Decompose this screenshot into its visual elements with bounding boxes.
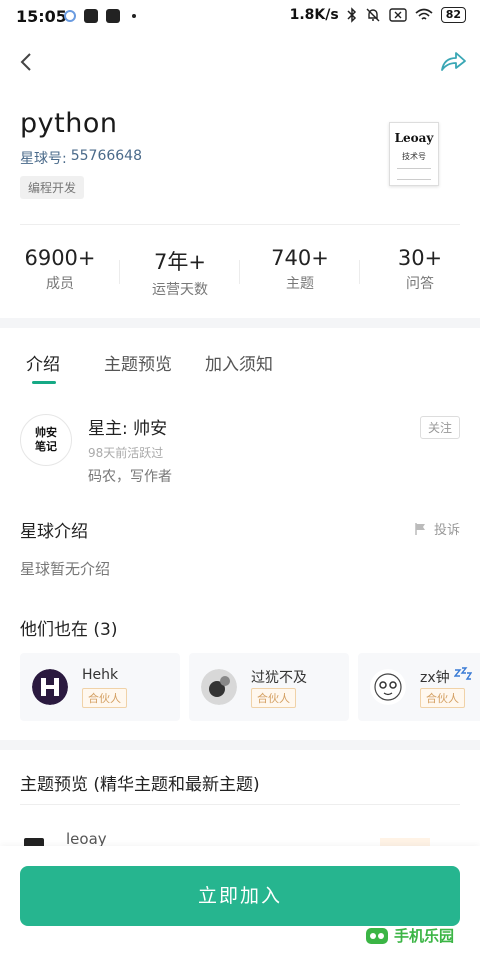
bluetooth-icon xyxy=(347,7,356,23)
back-arrow-icon[interactable] xyxy=(14,48,42,76)
tab-bar: 介绍 主题预览 加入须知 xyxy=(0,346,480,390)
report-label: 投诉 xyxy=(433,523,460,538)
join-button[interactable]: 立即加入 xyxy=(20,866,460,926)
tab-topic-preview[interactable]: 主题预览 xyxy=(104,350,172,375)
top-nav xyxy=(0,40,480,84)
partner-name: Hehk xyxy=(82,667,119,683)
stat-label: 主题 xyxy=(286,276,314,292)
app-icon xyxy=(106,9,120,23)
partners-title: 他们也在 (3) xyxy=(20,620,118,640)
wifi-icon xyxy=(415,8,433,20)
flag-icon xyxy=(415,522,425,535)
group-logo: Leoay 技术号 xyxy=(389,122,439,186)
tab-active-indicator xyxy=(32,381,56,384)
owner-name[interactable]: 星主: 帅安 xyxy=(88,414,167,439)
tiktok-icon xyxy=(84,9,98,23)
star-id: 星球号: 55766648 xyxy=(20,148,142,168)
stat-topics: 740+ 主题 xyxy=(240,246,360,302)
stat-value: 30+ xyxy=(397,246,443,270)
stats-row: 6900+ 成员 7年+ 运营天数 740+ 主题 30+ 问答 xyxy=(0,246,480,302)
tab-intro[interactable]: 介绍 xyxy=(26,350,60,375)
watermark-text: 手机乐园 xyxy=(394,927,455,945)
owner-avatar[interactable]: 帅安 笔记 xyxy=(20,414,72,466)
watermark: 手机乐园 xyxy=(364,922,474,952)
owner-card: 帅安 笔记 星主: 帅安 98天前活跃过 码农，写作者 关注 xyxy=(20,412,460,492)
stat-members: 6900+ 成员 xyxy=(0,246,120,302)
partner-avatar xyxy=(32,669,68,705)
stat-value: 6900+ xyxy=(24,246,96,270)
notification-icons xyxy=(64,9,136,23)
partner-badge: 合伙人 xyxy=(251,688,296,708)
star-id-value: 55766648 xyxy=(70,148,142,164)
stat-label: 运营天数 xyxy=(152,282,208,298)
more-dot-icon xyxy=(132,14,136,18)
partner-badge: 合伙人 xyxy=(420,688,465,708)
avatar-text-line: 笔记 xyxy=(35,440,57,453)
intro-title: 星球介绍 xyxy=(20,522,88,542)
partner-card[interactable]: 过犹不及 合伙人 xyxy=(189,653,349,721)
logo-brand: Leoay xyxy=(394,131,434,145)
partner-name: 过犹不及 xyxy=(251,670,307,686)
bottom-bar: 立即加入 手机乐园 xyxy=(0,846,480,960)
preview-divider xyxy=(20,804,460,805)
section-gap xyxy=(0,318,480,328)
stat-value: 7年+ xyxy=(154,250,206,274)
star-id-label: 星球号: xyxy=(20,151,67,167)
partner-avatar xyxy=(370,669,406,705)
owner-last-active: 98天前活跃过 xyxy=(88,446,164,460)
battery-indicator: 82 xyxy=(440,7,466,23)
app-notification-icon xyxy=(64,10,76,22)
partner-card[interactable]: Hehk 合伙人 xyxy=(20,653,180,721)
partner-name: zx钟 xyxy=(420,670,450,686)
status-bar: 15:05 1.8K/s 82 xyxy=(0,0,480,34)
report-button[interactable]: 投诉 xyxy=(414,519,460,538)
share-icon[interactable] xyxy=(438,48,468,76)
logo-qr-lines xyxy=(397,168,431,180)
mute-bell-icon xyxy=(366,8,380,22)
section-gap xyxy=(0,740,480,750)
preview-title: 主题预览 (精华主题和最新主题) xyxy=(20,775,260,795)
partner-avatar xyxy=(201,669,237,705)
owner-description: 码农，写作者 xyxy=(88,469,172,485)
sleep-zzz-icon xyxy=(454,667,472,680)
category-tag[interactable]: 编程开发 xyxy=(20,176,85,199)
tab-join-notice[interactable]: 加入须知 xyxy=(205,350,273,375)
avatar-text-line: 帅安 xyxy=(35,426,57,439)
logo-subtitle: 技术号 xyxy=(402,152,426,161)
sim-icon xyxy=(388,8,407,22)
status-time: 15:05 xyxy=(16,7,67,26)
watermark-logo-icon xyxy=(366,928,388,944)
partner-badge: 合伙人 xyxy=(82,688,127,708)
stat-value: 740+ xyxy=(271,246,329,270)
stat-days: 7年+ 运营天数 xyxy=(120,246,240,302)
stat-label: 问答 xyxy=(406,276,434,292)
stat-label: 成员 xyxy=(46,276,74,292)
status-right: 1.8K/s 82 xyxy=(290,7,466,23)
partners-list: Hehk 合伙人 过犹不及 合伙人 zx钟 合伙人 xyxy=(0,653,480,721)
group-title: python xyxy=(20,108,118,139)
stat-qa: 30+ 问答 xyxy=(360,246,480,302)
follow-button[interactable]: 关注 xyxy=(419,416,460,439)
header-divider xyxy=(20,224,460,225)
intro-text: 星球暂无介绍 xyxy=(20,560,111,578)
partner-card[interactable]: zx钟 合伙人 xyxy=(358,653,480,721)
network-speed: 1.8K/s xyxy=(289,7,339,23)
